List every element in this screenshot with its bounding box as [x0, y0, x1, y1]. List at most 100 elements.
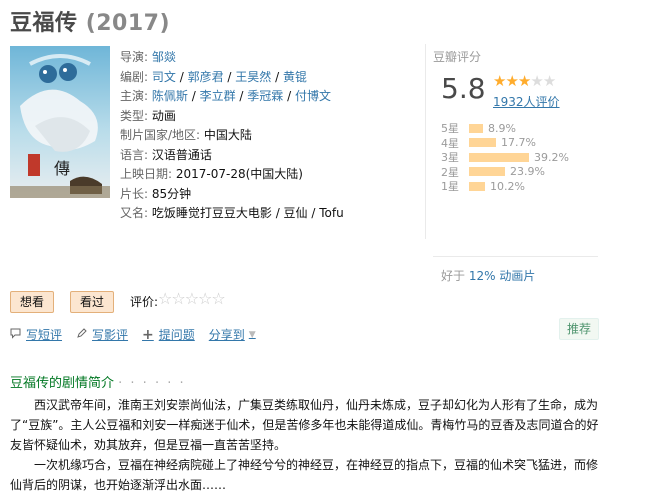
cast-link[interactable]: 付博文: [295, 89, 331, 103]
aka-row: 又名: 吃饭睡觉打豆豆大电影 / 豆仙 / Tofu: [120, 204, 420, 224]
histogram-row: 4星 17.7%: [441, 136, 569, 151]
summary-dots: · · · · · ·: [118, 376, 186, 391]
genre-row: 类型: 动画: [120, 107, 420, 127]
rate-label: 评价:: [130, 295, 159, 309]
cast-link[interactable]: 李立群: [200, 89, 236, 103]
better-than-genre-link[interactable]: 动画片: [499, 269, 535, 283]
star-icon: ★: [530, 72, 543, 90]
histogram-bar: [469, 123, 483, 133]
director-row: 导演: 邹燚: [120, 48, 420, 68]
write-short-review-label: 写短评: [26, 328, 63, 342]
summary-title: 豆福传的剧情简介: [10, 376, 115, 391]
country-label: 制片国家/地区:: [120, 128, 201, 142]
summary-body: 西汉武帝年间，淮南王刘安崇尚仙法，广集豆类练取仙丹，仙丹未炼成，豆子却幻化为人形…: [10, 395, 603, 495]
rating-histogram: 5星 8.9% 4星 17.7% 3星 39.2% 2星 23.9% 1星 10…: [441, 121, 569, 194]
country-row: 制片国家/地区: 中国大陆: [120, 126, 420, 146]
better-than: 好于 12% 动画片: [441, 267, 535, 284]
star-outline-icon[interactable]: ☆: [198, 289, 212, 308]
better-than-pct-link[interactable]: 12%: [469, 269, 496, 283]
writer-row: 编剧: 司文 / 郭彦君 / 王昊然 / 黄锟: [120, 69, 307, 84]
country-value: 中国大陆: [203, 128, 252, 142]
write-review-link[interactable]: 写影评: [76, 326, 128, 343]
histogram-row: 5星 8.9%: [441, 121, 569, 136]
writer-link[interactable]: 黄锟: [283, 70, 307, 84]
star-outline-icon[interactable]: ☆: [158, 289, 172, 308]
svg-text:傳: 傳: [54, 159, 70, 178]
pencil-icon: [76, 327, 87, 342]
summary-heading: 豆福传的剧情简介 · · · · · ·: [10, 372, 186, 391]
rating-stars: ★★★★★: [493, 72, 556, 90]
plus-icon: +: [142, 326, 154, 343]
histogram-row: 1星 10.2%: [441, 179, 569, 194]
movie-info: 导演: 邹燚 编剧: 司文 / 郭彦君 / 王昊然 / 黄锟 主演: 陈佩斯 /…: [120, 48, 420, 224]
share-dropdown[interactable]: 分享到 ▼: [209, 326, 256, 343]
movie-title: 豆福传: [10, 11, 78, 36]
histogram-pct: 39.2%: [534, 150, 569, 164]
watched-button[interactable]: 看过: [70, 291, 115, 313]
histogram-bar: [469, 181, 485, 191]
histogram-pct: 8.9%: [488, 121, 516, 135]
summary-paragraph: 一次机缘巧合，豆福在神经病院碰上了神经兮兮的神经豆，在神经豆的指点下，豆福的仙术…: [10, 458, 599, 492]
writer-link[interactable]: 司文: [152, 70, 176, 84]
star-icon: ★: [542, 72, 556, 90]
genre-label: 类型:: [120, 108, 149, 123]
histogram-row: 3星 39.2%: [441, 150, 569, 165]
rating-votes-link[interactable]: 1932人评价: [493, 93, 560, 110]
histogram-label: 1星: [441, 180, 459, 194]
ask-question-link[interactable]: + 提问题: [142, 326, 195, 343]
release-row: 上映日期: 2017-07-28(中国大陆): [120, 165, 420, 185]
histogram-bar: [469, 152, 529, 162]
action-toolbar: 写短评 写影评 + 提问题 分享到 ▼: [10, 326, 270, 343]
runtime-value: 85分钟: [151, 186, 192, 201]
rate-stars: ☆☆☆☆☆: [158, 289, 226, 308]
caret-down-icon: ▼: [248, 329, 256, 340]
cast-row: 主演: 陈佩斯 / 李立群 / 季冠霖 / 付博文: [120, 89, 331, 103]
language-row: 语言: 汉语普通话: [120, 146, 420, 166]
page-title: 豆福传 (2017): [10, 5, 170, 37]
recommend-button[interactable]: 推荐: [559, 318, 600, 340]
star-icon: ★: [517, 72, 531, 90]
rating-separator: [433, 256, 598, 257]
aka-label: 又名:: [120, 206, 149, 220]
release-value: 2017-07-28(中国大陆): [175, 167, 303, 181]
histogram-row: 2星 23.9%: [441, 165, 569, 180]
ask-question-label: 提问题: [158, 328, 195, 342]
release-label: 上映日期:: [120, 167, 173, 181]
star-outline-icon[interactable]: ☆: [185, 289, 199, 308]
better-than-prefix: 好于: [441, 269, 469, 283]
genre-value: 动画: [151, 108, 176, 123]
runtime-row: 片长: 85分钟: [120, 185, 420, 205]
histogram-bar: [469, 138, 496, 148]
share-label: 分享到: [208, 328, 245, 342]
cast-link[interactable]: 季冠霖: [247, 89, 283, 103]
want-to-watch-button[interactable]: 想看: [10, 291, 55, 313]
director-link[interactable]: 邹燚: [152, 50, 176, 64]
summary-paragraph: 西汉武帝年间，淮南王刘安崇尚仙法，广集豆类练取仙丹，仙丹未炼成，豆子却幻化为人形…: [10, 398, 599, 452]
writer-link[interactable]: 王昊然: [235, 70, 271, 84]
write-short-review-link[interactable]: 写短评: [10, 326, 62, 343]
aka-value: 吃饭睡觉打豆豆大电影 / 豆仙 / Tofu: [151, 206, 344, 220]
rating-panel: 豆瓣评分 5.8 ★★★★★ 1932人评价 5星 8.9% 4星 17.7% …: [433, 44, 603, 283]
runtime-label: 片长:: [120, 186, 149, 201]
language-label: 语言:: [120, 147, 149, 162]
rating-score: 5.8: [441, 72, 486, 105]
histogram-bar: [469, 167, 505, 177]
star-icon: ★: [493, 72, 506, 90]
rating-divider: [425, 44, 426, 239]
movie-poster[interactable]: 傳: [10, 46, 110, 198]
write-review-label: 写影评: [92, 328, 129, 342]
director-label: 导演:: [120, 50, 149, 64]
writer-label: 编剧:: [120, 69, 149, 84]
star-outline-icon[interactable]: ☆: [211, 289, 225, 308]
cast-label: 主演:: [120, 89, 149, 103]
movie-year: (2017): [85, 11, 171, 36]
rating-title: 豆瓣评分: [433, 50, 482, 64]
language-value: 汉语普通话: [151, 147, 212, 162]
histogram-pct: 17.7%: [501, 136, 536, 150]
cast-link[interactable]: 陈佩斯: [152, 89, 188, 103]
comment-icon: [10, 328, 21, 342]
writer-link[interactable]: 郭彦君: [188, 70, 224, 84]
star-outline-icon[interactable]: ☆: [171, 289, 185, 308]
histogram-pct: 23.9%: [510, 165, 545, 179]
star-icon: ★: [505, 72, 518, 90]
